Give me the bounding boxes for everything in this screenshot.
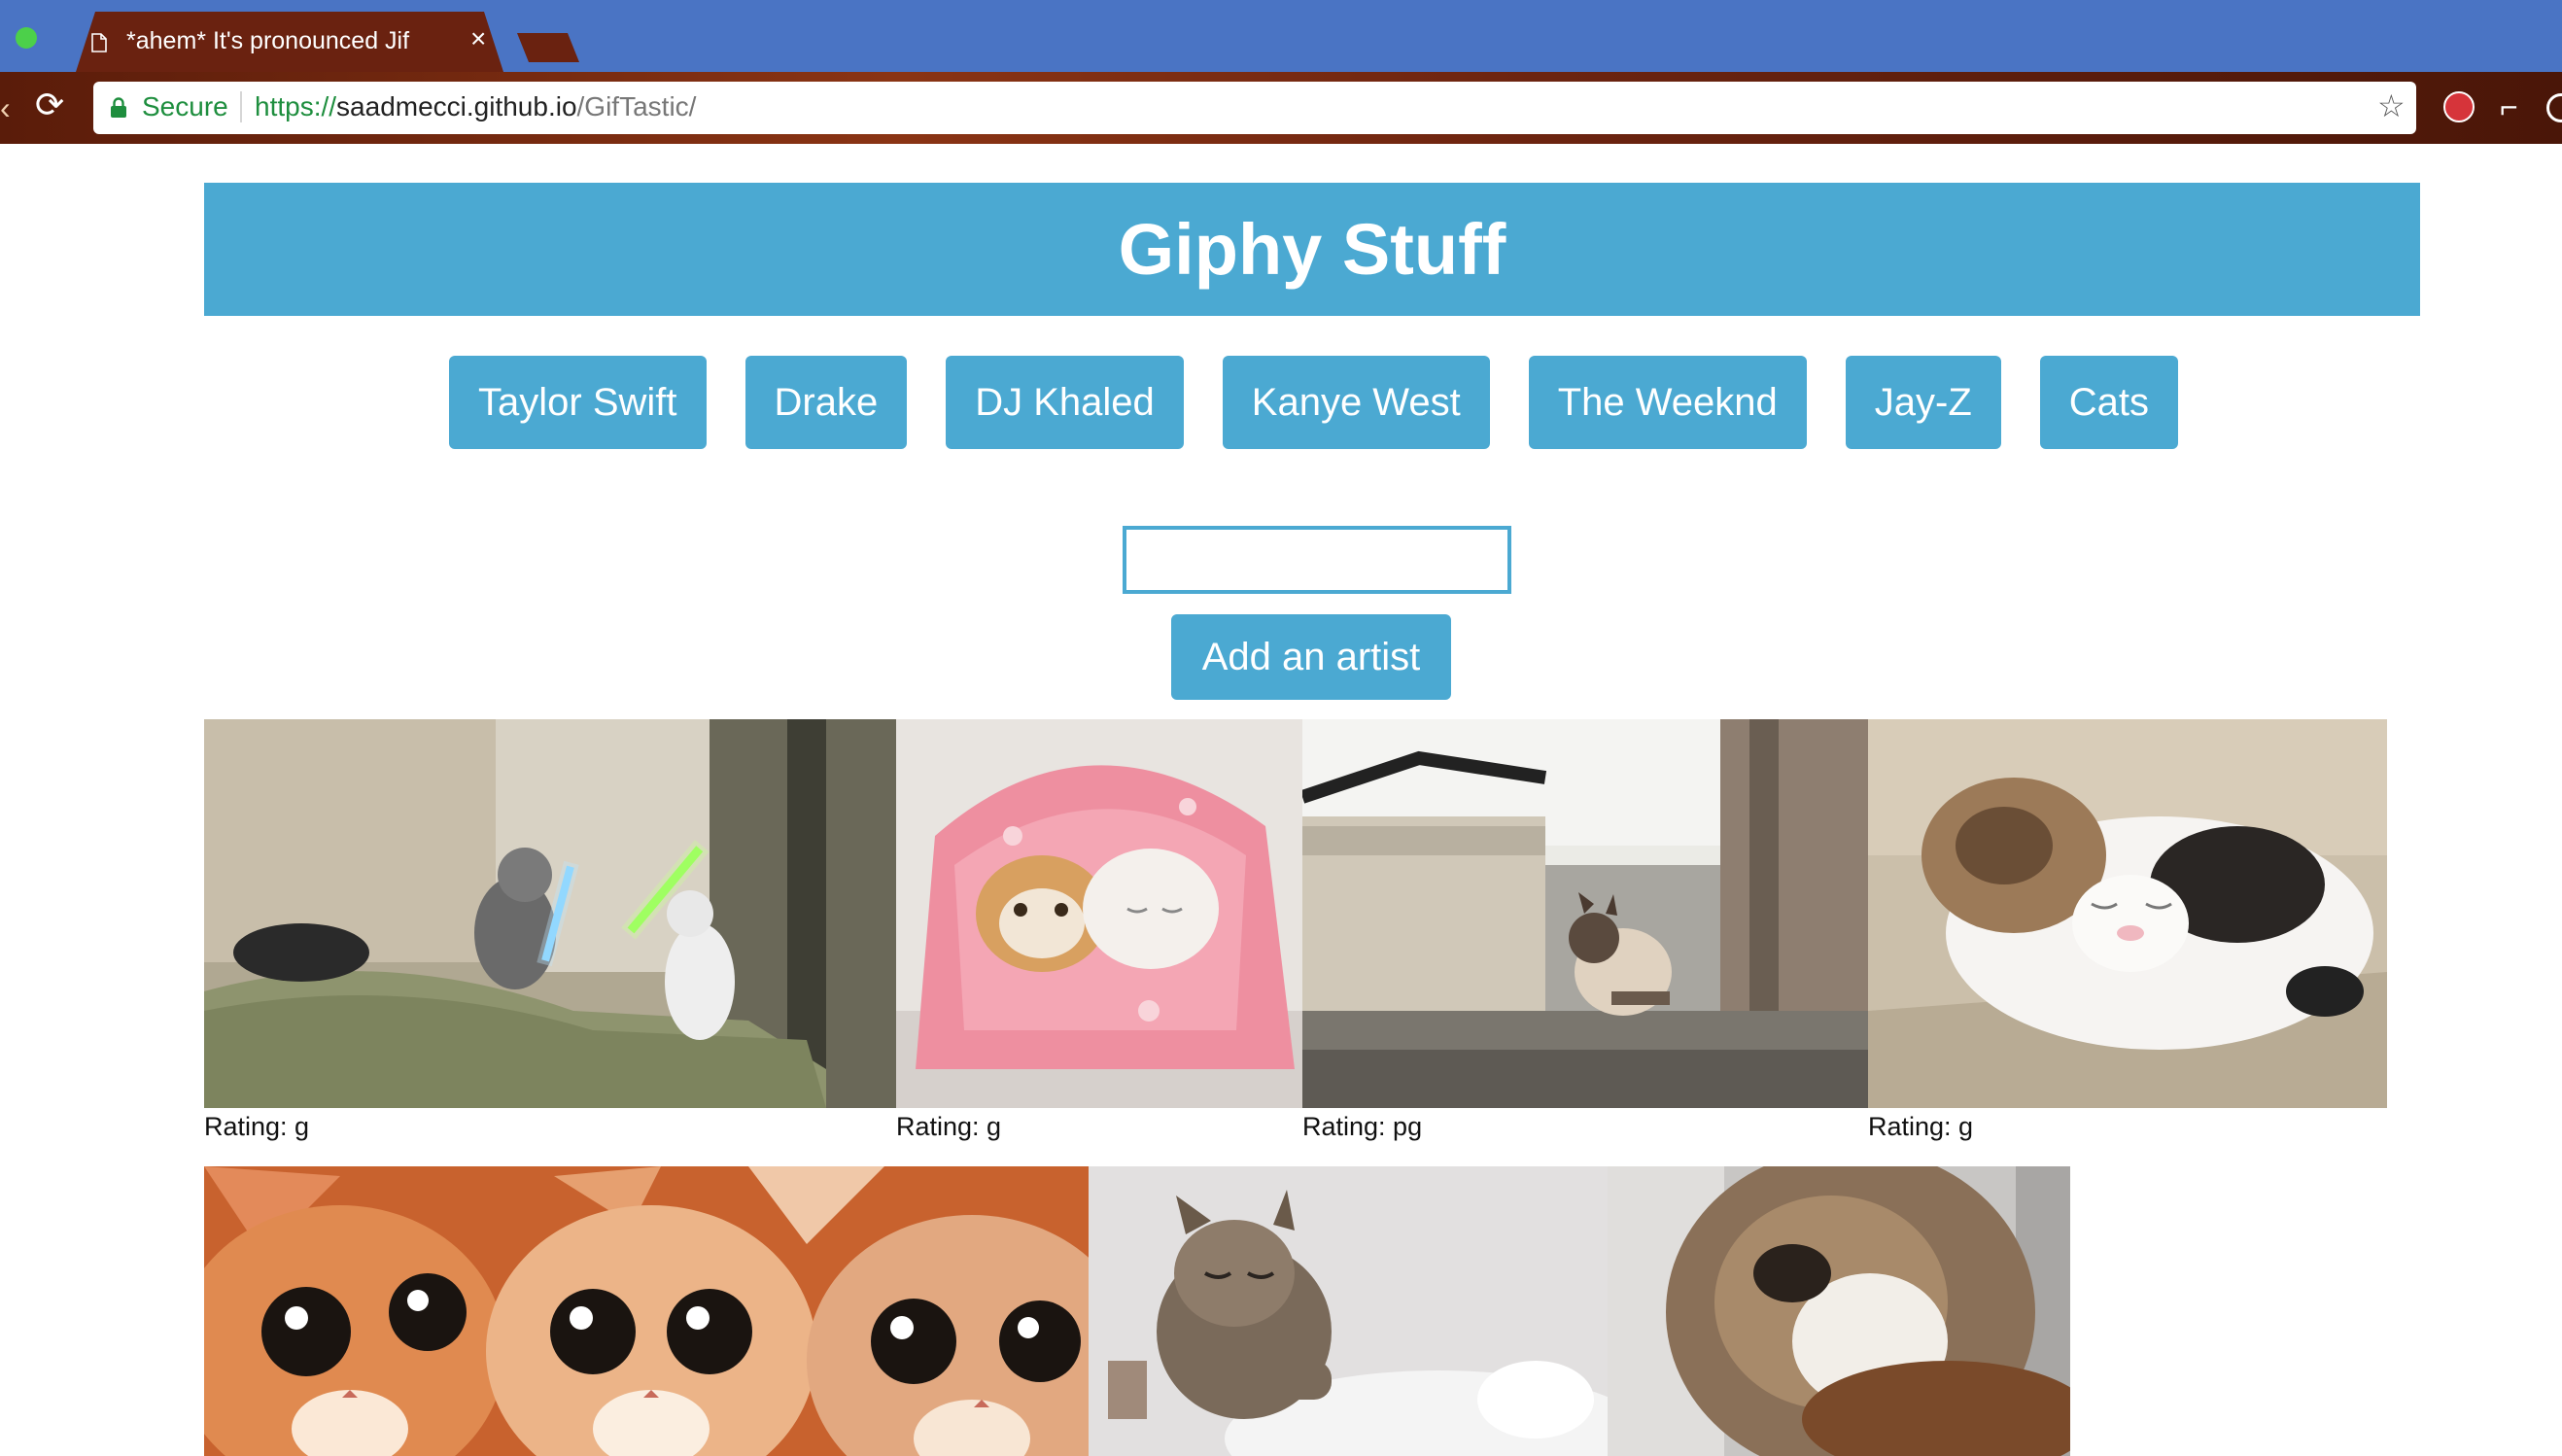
bookmark-star-icon[interactable]: ☆	[2377, 89, 2406, 122]
artist-button-drake[interactable]: Drake	[744, 356, 908, 449]
artist-button-jay-z[interactable]: Jay-Z	[1845, 356, 2001, 449]
gif-image[interactable]	[204, 719, 896, 1108]
gif-rating: Rating: g	[1868, 1112, 1974, 1141]
gif-rating: Rating: pg	[1302, 1112, 1423, 1141]
extension-flag-icon[interactable]: ⌐	[2500, 89, 2518, 125]
reload-icon[interactable]: ⟳	[35, 86, 64, 124]
gif-image[interactable]	[1302, 719, 1868, 1108]
gif-image[interactable]	[896, 719, 1302, 1108]
gif-rating: Rating: g	[204, 1112, 310, 1141]
page-title: Giphy Stuff	[1118, 209, 1506, 290]
artist-button-cats[interactable]: Cats	[2039, 356, 2178, 449]
document-icon	[91, 33, 107, 52]
gif-image[interactable]	[1089, 1166, 1608, 1456]
gif-image[interactable]	[1608, 1166, 2070, 1456]
artist-button-row: Taylor Swift Drake DJ Khaled Kanye West …	[449, 356, 2178, 449]
artist-input[interactable]	[1123, 526, 1511, 594]
security-label: Secure	[142, 91, 228, 121]
window-zoom-button[interactable]	[16, 27, 37, 49]
add-artist-button[interactable]: Add an artist	[1171, 614, 1451, 700]
page-header: Giphy Stuff	[204, 183, 2420, 316]
back-icon[interactable]: ‹	[0, 90, 11, 126]
tab-title: *ahem* It's pronounced Jif	[126, 27, 410, 54]
url-path: /GifTastic/	[576, 91, 697, 121]
extension-shield-icon[interactable]	[2443, 91, 2475, 122]
gif-image[interactable]	[204, 1166, 1089, 1456]
artist-button-the-weeknd[interactable]: The Weeknd	[1528, 356, 1807, 449]
lock-icon	[111, 97, 126, 118]
artist-button-dj-khaled[interactable]: DJ Khaled	[946, 356, 1184, 449]
artist-button-taylor-swift[interactable]: Taylor Swift	[449, 356, 707, 449]
gif-rating: Rating: g	[896, 1112, 1002, 1141]
url-text[interactable]: https://saadmecci.github.io/GifTastic/	[255, 91, 696, 122]
url-scheme: https://	[255, 91, 337, 121]
omnibox-divider	[240, 91, 242, 122]
tab-close-icon[interactable]: ×	[470, 25, 486, 52]
artist-button-kanye-west[interactable]: Kanye West	[1222, 356, 1490, 449]
gif-image[interactable]	[1868, 719, 2387, 1108]
url-host: saadmecci.github.io	[336, 91, 577, 121]
